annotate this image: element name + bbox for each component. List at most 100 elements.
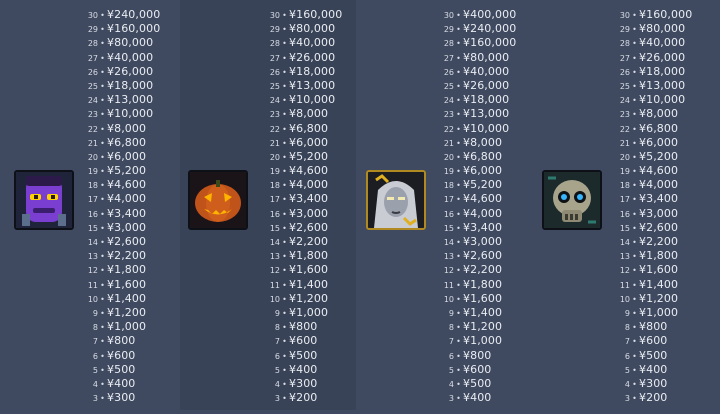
reward-row: 7 • ¥600 (614, 332, 692, 347)
reward-row: 6 • ¥500 (614, 347, 692, 362)
reward-row: 22 • ¥6,800 (614, 120, 692, 135)
reward-amount: ¥40,000 (289, 36, 336, 50)
reward-row: 3 • ¥400 (438, 389, 516, 404)
reward-amount: ¥800 (463, 348, 492, 362)
reward-amount: ¥4,000 (107, 192, 147, 206)
row-separator: • (282, 394, 287, 404)
reward-amount: ¥2,600 (107, 235, 147, 248)
reward-row: 10 • ¥1,200 (264, 290, 342, 305)
reward-row: 26 • ¥18,000 (614, 63, 692, 78)
reward-row: 8 • ¥800 (614, 318, 692, 333)
reward-row: 3 • ¥300 (82, 389, 160, 404)
reward-row: 28 • ¥40,000 (614, 34, 692, 50)
reward-row: 29 • ¥160,000 (82, 20, 160, 35)
ghost-bride-portrait[interactable] (366, 170, 426, 230)
reward-row: 3 • ¥200 (614, 389, 692, 404)
reward-row: 5 • ¥400 (264, 361, 342, 376)
reward-amount: ¥26,000 (289, 50, 336, 64)
reward-row: 11 • ¥1,800 (438, 276, 516, 291)
reward-row: 20 • ¥5,200 (614, 148, 692, 163)
reward-amount: ¥300 (639, 376, 668, 390)
row-separator: • (100, 394, 105, 404)
reward-amount: ¥3,400 (107, 206, 147, 220)
reward-table-2: 30 • ¥160,000 29 • ¥80,000 28 • ¥40,000 27 • ¥26,00… (264, 6, 342, 405)
reward-row: 16 • ¥3,400 (82, 205, 160, 220)
reward-row: 17 • ¥4,000 (82, 190, 160, 206)
purple-zombie-portrait[interactable] (14, 170, 74, 230)
reward-amount: ¥2,600 (639, 220, 679, 234)
reward-table-4: 30 • ¥160,000 29 • ¥80,000 28 • ¥40,000 27 • ¥26,00… (614, 6, 693, 404)
reward-amount: ¥1,200 (463, 320, 503, 334)
reward-amount: ¥400 (639, 362, 668, 376)
reward-amount: ¥1,400 (463, 305, 503, 319)
reward-row: 10 • ¥1,600 (438, 290, 516, 305)
reward-amount: ¥240,000 (463, 22, 517, 36)
reward-amount: ¥4,000 (463, 206, 503, 220)
reward-row: 16 • ¥3,000 (264, 205, 342, 220)
reward-row: 8 • ¥1,200 (438, 318, 516, 334)
reward-row: 22 • ¥8,000 (82, 120, 160, 135)
reward-row: 16 • ¥3,000 (614, 205, 692, 220)
reward-amount: ¥6,800 (639, 121, 679, 135)
reward-row: 6 • ¥600 (82, 347, 160, 362)
reward-amount: ¥500 (289, 348, 318, 362)
reward-row: 20 • ¥6,800 (438, 148, 516, 163)
reward-amount: ¥4,000 (289, 178, 329, 192)
reward-row: 6 • ¥800 (438, 347, 516, 362)
reward-row: 14 • ¥2,600 (82, 233, 160, 248)
reward-amount: ¥2,200 (639, 235, 679, 248)
reward-amount: ¥80,000 (289, 22, 336, 36)
reward-amount: ¥240,000 (107, 8, 161, 21)
reward-amount: ¥80,000 (639, 22, 686, 36)
reward-row: 19 • ¥4,600 (614, 162, 692, 178)
reward-amount: ¥40,000 (639, 36, 686, 50)
reward-amount: ¥600 (463, 362, 492, 376)
reward-row: 14 • ¥3,000 (438, 233, 516, 248)
reward-row: 23 • ¥13,000 (438, 105, 516, 120)
reward-amount: ¥1,000 (107, 320, 147, 334)
reward-amount: ¥18,000 (639, 64, 686, 78)
reward-amount: ¥8,000 (463, 135, 503, 149)
reward-row: 25 • ¥18,000 (82, 77, 160, 92)
jack-o-lantern-portrait[interactable] (188, 170, 248, 230)
reward-amount: ¥1,200 (107, 305, 147, 319)
reward-row: 15 • ¥3,400 (438, 219, 516, 234)
reward-row: 30 • ¥160,000 (614, 6, 693, 21)
reward-row: 12 • ¥1,600 (614, 261, 692, 276)
reward-amount: ¥500 (463, 376, 492, 390)
reward-amount: ¥500 (107, 362, 136, 376)
reward-row: 11 • ¥1,400 (614, 276, 692, 291)
ghost-bride-icon (368, 172, 424, 228)
reward-amount: ¥1,800 (289, 249, 329, 263)
skull-monster-portrait[interactable] (542, 170, 602, 230)
reward-column-3: 30 • ¥400,000 29 • ¥240,000 28 • ¥160,000 27 • ¥80,… (356, 0, 528, 410)
reward-amount: ¥1,000 (463, 334, 503, 348)
reward-amount: ¥160,000 (463, 36, 517, 50)
reward-amount: ¥200 (289, 391, 318, 405)
reward-amount: ¥10,000 (289, 93, 336, 107)
reward-row: 9 • ¥1,000 (264, 304, 342, 319)
reward-row: 5 • ¥400 (614, 361, 692, 376)
reward-amount: ¥3,400 (463, 220, 503, 234)
reward-row: 26 • ¥40,000 (438, 63, 516, 78)
reward-row: 5 • ¥600 (438, 361, 516, 376)
reward-row: 4 • ¥300 (264, 375, 342, 390)
reward-amount: ¥4,600 (289, 164, 329, 178)
reward-amount: ¥10,000 (463, 121, 510, 135)
reward-amount: ¥10,000 (107, 107, 154, 121)
reward-amount: ¥18,000 (463, 93, 510, 107)
reward-amount: ¥160,000 (639, 8, 693, 21)
reward-amount: ¥18,000 (107, 78, 154, 92)
reward-row: 27 • ¥26,000 (264, 49, 342, 64)
reward-amount: ¥4,600 (639, 164, 679, 178)
reward-row: 25 • ¥13,000 (264, 77, 342, 92)
purple-zombie-icon (16, 172, 72, 228)
reward-row: 8 • ¥800 (264, 318, 342, 333)
reward-amount: ¥13,000 (289, 78, 336, 92)
reward-row: 13 • ¥2,200 (82, 247, 160, 262)
reward-row: 20 • ¥6,000 (82, 148, 160, 163)
reward-amount: ¥3,000 (289, 206, 329, 220)
reward-row: 9 • ¥1,400 (438, 304, 516, 319)
reward-amount: ¥6,000 (639, 135, 679, 149)
reward-amount: ¥6,800 (107, 135, 147, 149)
